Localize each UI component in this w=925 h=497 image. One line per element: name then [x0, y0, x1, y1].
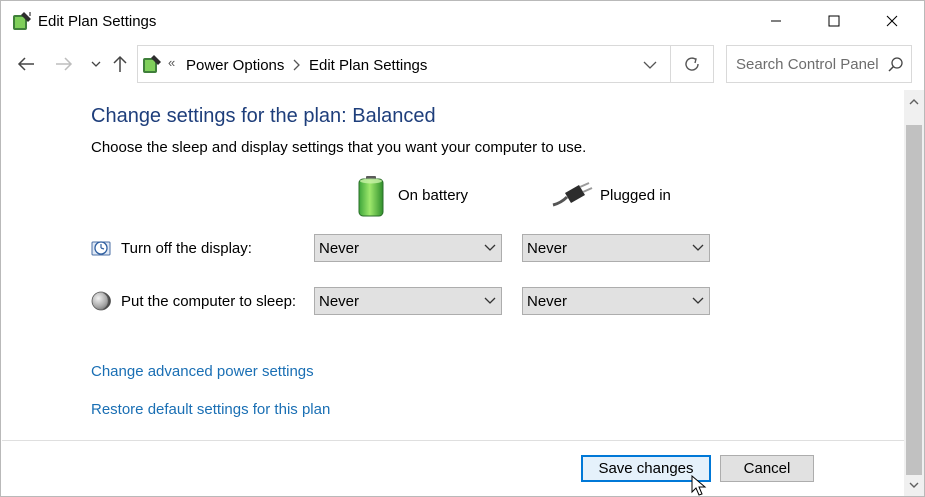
sleep-on-battery-select[interactable]: Never [314, 287, 502, 315]
window-title: Edit Plan Settings [38, 13, 157, 30]
advanced-power-settings-link[interactable]: Change advanced power settings [91, 363, 314, 380]
chevron-down-icon [91, 61, 101, 67]
mouse-pointer-icon [691, 475, 707, 496]
forward-button[interactable] [54, 53, 74, 75]
chevron-down-icon [484, 297, 496, 304]
minimize-button[interactable] [747, 1, 805, 41]
display-timer-icon [91, 241, 111, 256]
chevron-down-icon [692, 244, 704, 251]
chevron-down-icon [692, 297, 704, 304]
close-icon [886, 15, 898, 27]
page-description: Choose the sleep and display settings th… [91, 139, 587, 156]
sleep-label: Put the computer to sleep: [121, 293, 297, 310]
select-value: Never [319, 240, 360, 257]
breadcrumb-edit-plan-settings[interactable]: Edit Plan Settings [309, 57, 427, 74]
display-on-battery-select[interactable]: Never [314, 234, 502, 262]
sleep-plugged-in-select[interactable]: Never [522, 287, 710, 315]
vertical-scrollbar[interactable] [904, 90, 924, 496]
column-on-battery: On battery [398, 187, 469, 204]
column-plugged-in: Plugged in [600, 187, 671, 204]
maximize-button[interactable] [805, 1, 863, 41]
sleep-moon-icon [91, 291, 111, 311]
footer-divider [2, 440, 904, 441]
select-value: Never [319, 293, 360, 310]
power-options-icon [143, 55, 161, 73]
search-icon[interactable] [887, 56, 905, 74]
refresh-icon [685, 57, 699, 71]
page-title: Change settings for the plan: Balanced [91, 105, 436, 127]
back-button[interactable] [16, 53, 36, 75]
chevron-down-icon[interactable] [640, 56, 660, 74]
navigation-bar: « Power Options Edit Plan Settings [1, 41, 924, 87]
scroll-down-button[interactable] [904, 474, 924, 496]
select-value: Never [527, 293, 568, 310]
breadcrumb-power-options[interactable]: Power Options [186, 57, 284, 74]
cancel-button[interactable]: Cancel [720, 455, 814, 482]
address-bar[interactable]: « Power Options Edit Plan Settings [137, 45, 671, 83]
breadcrumb-overflow[interactable]: « [168, 55, 175, 70]
chevron-up-icon [909, 99, 919, 105]
chevron-right-icon[interactable] [291, 58, 301, 72]
edit-plan-settings-window: Edit Plan Settings « Power Options Edit … [0, 0, 925, 497]
close-button[interactable] [863, 1, 921, 41]
power-options-icon [13, 12, 31, 30]
up-button[interactable] [110, 53, 130, 75]
arrow-up-icon [113, 55, 127, 72]
select-value: Never [527, 240, 568, 257]
search-input[interactable] [727, 46, 887, 82]
maximize-icon [828, 15, 840, 27]
refresh-button[interactable] [671, 45, 714, 83]
power-plug-icon [552, 182, 593, 207]
scroll-up-button[interactable] [904, 90, 924, 114]
restore-defaults-link[interactable]: Restore default settings for this plan [91, 401, 330, 418]
minimize-icon [771, 20, 781, 22]
arrow-left-icon [17, 57, 34, 71]
chevron-down-icon [484, 244, 496, 251]
scroll-thumb[interactable] [906, 125, 922, 475]
search-box [726, 45, 912, 83]
battery-icon [358, 176, 384, 217]
display-plugged-in-select[interactable]: Never [522, 234, 710, 262]
arrow-right-icon [56, 57, 73, 71]
plan-settings-content: Change settings for the plan: Balanced C… [1, 87, 904, 441]
chevron-down-icon [909, 482, 919, 488]
title-bar: Edit Plan Settings [1, 1, 924, 41]
recent-locations-button[interactable] [86, 53, 106, 75]
turn-off-display-label: Turn off the display: [121, 240, 252, 257]
